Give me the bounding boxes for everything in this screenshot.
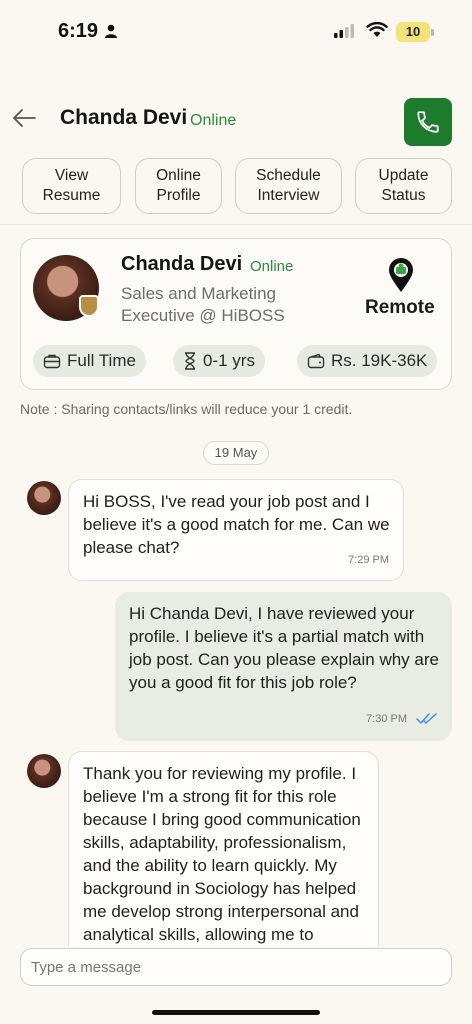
work-location: Remote [365, 297, 435, 318]
header-divider [0, 224, 472, 225]
wifi-icon [366, 21, 388, 43]
message-text: Hi Chanda Devi, I have reviewed your pro… [129, 604, 439, 692]
read-receipt-icon [416, 708, 438, 731]
hourglass-icon [185, 352, 195, 370]
candidate-online-status: Online [250, 258, 294, 275]
message-input[interactable] [20, 948, 452, 986]
wallet-icon [307, 353, 325, 369]
briefcase-icon [43, 354, 61, 369]
badge-shield-icon [79, 295, 99, 317]
message-text: Hi BOSS, I've read your job post and I b… [83, 492, 390, 557]
battery-tip [431, 29, 434, 36]
sender-avatar [27, 754, 61, 788]
candidate-role: Sales and Marketing Executive @ HiBOSS [121, 284, 285, 325]
message-time: 7:29 PM [348, 554, 389, 566]
message-composer [0, 946, 472, 1024]
message-text: Thank you for reviewing my profile. I be… [83, 764, 361, 967]
message-time: 7:30 PM [366, 713, 407, 725]
quick-actions: View Resume Online Profile Schedule Inte… [22, 158, 452, 214]
person-icon [104, 24, 118, 43]
schedule-interview-button[interactable]: Schedule Interview [235, 158, 342, 214]
online-profile-button[interactable]: Online Profile [135, 158, 222, 214]
date-separator: 19 May [203, 441, 269, 465]
contact-name: Chanda Devi [60, 106, 188, 129]
online-status: Online [190, 112, 237, 129]
status-bar: 6:19 10 [0, 0, 472, 64]
candidate-name: Chanda Devi [121, 253, 243, 275]
job-type-chip: Full Time [33, 345, 146, 377]
message-bubble-incoming[interactable]: Hi BOSS, I've read your job post and I b… [68, 479, 404, 581]
candidate-card[interactable]: Chanda Devi Online Sales and Marketing E… [20, 238, 452, 390]
phone-icon [417, 111, 439, 133]
back-arrow-icon[interactable] [12, 108, 36, 133]
chat-header: Chanda Devi Online [0, 96, 472, 148]
salary-chip: Rs. 19K-36K [297, 345, 438, 377]
update-status-button[interactable]: Update Status [355, 158, 452, 214]
home-indicator[interactable] [152, 1010, 320, 1015]
experience-chip: 0-1 yrs [173, 345, 265, 377]
message-bubble-outgoing[interactable]: Hi Chanda Devi, I have reviewed your pro… [115, 592, 452, 741]
call-button[interactable] [404, 98, 452, 146]
sender-avatar [27, 481, 61, 515]
battery-indicator: 10 [396, 22, 430, 42]
view-resume-button[interactable]: View Resume [22, 158, 121, 214]
credit-note: Note : Sharing contacts/links will reduc… [20, 401, 353, 417]
status-time: 6:19 [58, 20, 99, 42]
cellular-signal-icon [334, 24, 354, 43]
location-pin-icon [387, 257, 415, 298]
